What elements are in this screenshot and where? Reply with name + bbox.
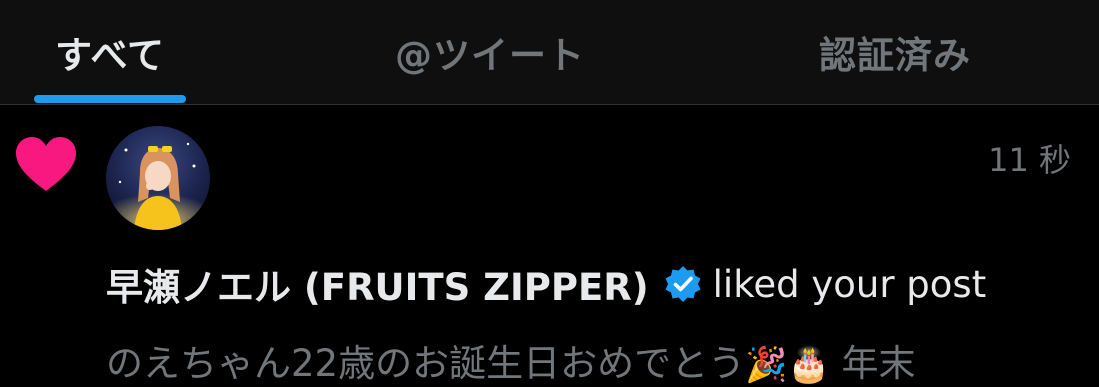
avatar[interactable]: [106, 126, 210, 230]
party-popper-emoji: 🎉: [745, 345, 788, 385]
notification-item[interactable]: 11 秒 早瀬ノエル (FRUITS ZIPPER) liked your po…: [0, 105, 1099, 385]
post-preview[interactable]: のえちゃん22歳のお誕生日おめでとう🎉🎂 年末: [106, 333, 916, 387]
tab-mentions[interactable]: @ツイート: [360, 0, 620, 104]
heart-icon: [16, 137, 76, 191]
birthday-cake-emoji: 🎂: [787, 345, 830, 385]
verified-badge-icon: [665, 266, 701, 302]
notification-timestamp: 11 秒: [988, 141, 1071, 179]
tab-verified[interactable]: 認証済み: [790, 0, 1000, 104]
user-name-link[interactable]: 早瀬ノエル (FRUITS ZIPPER): [106, 257, 649, 311]
notification-tab-bar: すべて @ツイート 認証済み: [0, 0, 1099, 105]
tab-all[interactable]: すべて: [0, 0, 220, 104]
active-tab-indicator: [34, 95, 186, 103]
notification-headline: 早瀬ノエル (FRUITS ZIPPER) liked your post: [106, 257, 986, 311]
notification-action-text: liked your post: [712, 262, 987, 306]
post-preview-text: のえちゃん22歳のお誕生日おめでとう: [106, 342, 746, 385]
post-preview-tail: 年末: [841, 342, 916, 385]
